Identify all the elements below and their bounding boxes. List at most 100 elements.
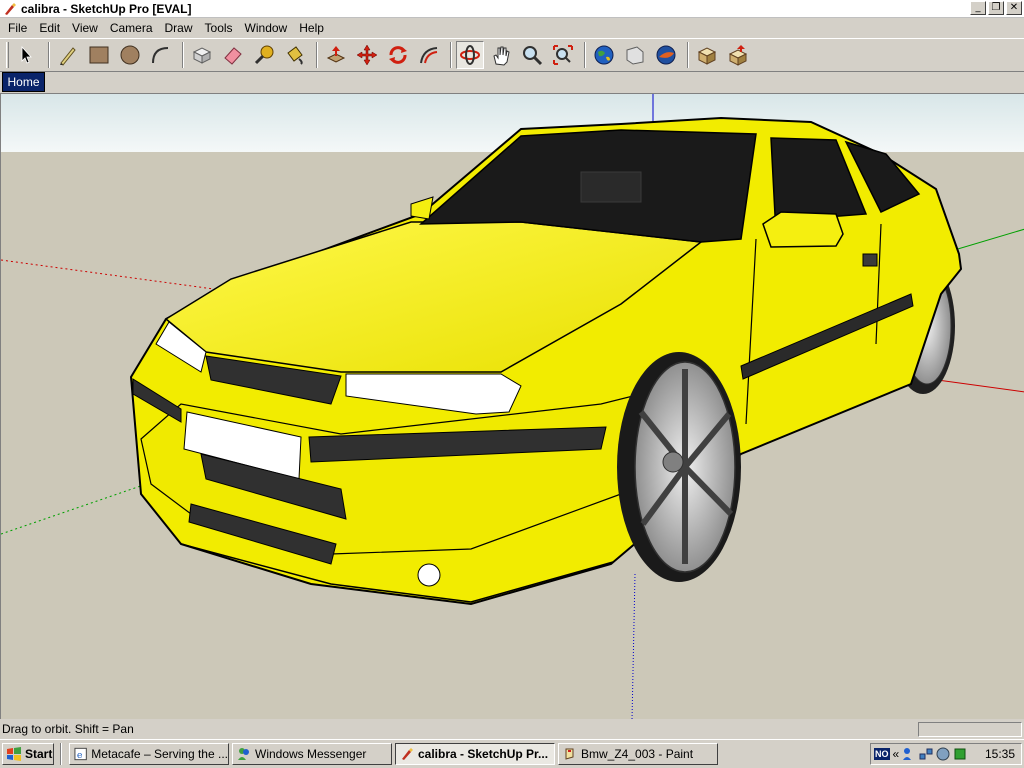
minimize-button[interactable]: _: [970, 1, 986, 15]
taskbar-button-sketchup[interactable]: calibra - SketchUp Pr...: [395, 743, 555, 765]
start-label: Start: [25, 747, 53, 761]
taskbar-label: Windows Messenger: [255, 747, 367, 761]
menu-window[interactable]: Window: [239, 21, 294, 35]
toolbar-separator: [687, 42, 689, 68]
zoom-extents-tool-button[interactable]: [549, 41, 577, 69]
push-pull-tool-button[interactable]: [322, 41, 350, 69]
clock[interactable]: 15:35: [985, 747, 1015, 761]
move-icon: [356, 44, 378, 66]
window-title: calibra - SketchUp Pro [EVAL]: [21, 1, 192, 16]
car-interior-detail: [580, 171, 642, 203]
menu-help[interactable]: Help: [293, 21, 330, 35]
google-earth-button[interactable]: [652, 41, 680, 69]
toolbar-separator: [584, 42, 586, 68]
zoom-tool-button[interactable]: [518, 41, 546, 69]
menu-view[interactable]: View: [66, 21, 104, 35]
users-icon[interactable]: [902, 747, 916, 761]
globe-icon: [594, 45, 614, 65]
sketchup-app-icon: [5, 2, 16, 15]
rotate-icon: [389, 46, 407, 64]
move-tool-button[interactable]: [353, 41, 381, 69]
windows-logo-icon: [7, 747, 21, 761]
push-pull-icon: [326, 46, 346, 63]
menu-draw[interactable]: Draw: [159, 21, 199, 35]
svg-text:e: e: [77, 750, 83, 761]
menu-edit[interactable]: Edit: [33, 21, 66, 35]
scene-tabs-bar: Home: [0, 72, 1024, 93]
menu-bar: File Edit View Camera Draw Tools Window …: [0, 18, 1024, 38]
status-text: Drag to orbit. Shift = Pan: [2, 722, 134, 736]
messenger-icon: [238, 748, 249, 760]
restore-button[interactable]: ❐: [988, 1, 1004, 15]
tape-measure-tool-button[interactable]: [250, 41, 278, 69]
zoom-extents-icon: [553, 45, 573, 65]
arc-tool-button[interactable]: [147, 41, 175, 69]
magnifier-icon: [523, 46, 543, 66]
eraser-tool-button[interactable]: [219, 41, 247, 69]
taskbar-button-paint[interactable]: Bmw_Z4_003 - Paint: [558, 743, 718, 765]
menu-tools[interactable]: Tools: [199, 21, 239, 35]
car-door-handle: [862, 253, 878, 267]
google-earth-icon: [656, 45, 676, 65]
hand-icon: [493, 46, 510, 66]
car-side-mirror: [762, 211, 844, 248]
pencil-icon: [60, 47, 76, 66]
line-tool-button[interactable]: [54, 41, 82, 69]
toolbar-grip[interactable]: [6, 42, 9, 68]
taskbar-label: Bmw_Z4_003 - Paint: [581, 747, 694, 761]
taskbar-separator: [60, 743, 62, 765]
title-bar: calibra - SketchUp Pro [EVAL] _ ❐ ✕: [0, 0, 1024, 18]
ie-icon: e: [74, 747, 87, 761]
close-button[interactable]: ✕: [1006, 1, 1022, 15]
taskbar-label: calibra - SketchUp Pr...: [418, 747, 549, 761]
paint-icon: [565, 748, 574, 760]
system-tray: NO « 15:35: [870, 743, 1022, 765]
select-tool-button[interactable]: [13, 41, 41, 69]
toolbar-separator: [450, 42, 452, 68]
orbit-icon: [460, 45, 480, 65]
arc-icon: [152, 47, 169, 64]
tray-expand-button[interactable]: «: [893, 747, 900, 761]
drawing-viewport[interactable]: [0, 93, 1024, 719]
main-toolbar: [0, 38, 1024, 72]
get-components-icon: [697, 47, 717, 65]
component-icon: [192, 47, 212, 64]
make-component-button[interactable]: [188, 41, 216, 69]
share-component-button[interactable]: [724, 41, 752, 69]
get-components-button[interactable]: [693, 41, 721, 69]
taskbar-button-metacafe[interactable]: e Metacafe – Serving the ...: [69, 743, 229, 765]
tape-measure-icon: [254, 45, 274, 65]
network-icon[interactable]: [919, 747, 933, 761]
toolbar-separator: [316, 42, 318, 68]
circle-tool-button[interactable]: [116, 41, 144, 69]
get-models-button[interactable]: [590, 41, 618, 69]
offset-tool-button[interactable]: [415, 41, 443, 69]
tray-app-icon[interactable]: [953, 747, 967, 761]
pan-tool-button[interactable]: [487, 41, 515, 69]
taskbar-button-messenger[interactable]: Windows Messenger: [232, 743, 392, 765]
share-model-button[interactable]: [621, 41, 649, 69]
sketchup-icon: [402, 748, 413, 760]
rotate-tool-button[interactable]: [384, 41, 412, 69]
arrow-cursor-icon: [21, 45, 32, 64]
language-indicator[interactable]: NO: [874, 748, 890, 760]
front-wheel-hub: [662, 451, 684, 473]
model-canvas[interactable]: [1, 94, 1024, 719]
status-bar: Drag to orbit. Shift = Pan: [0, 719, 1024, 739]
volume-icon[interactable]: [936, 747, 950, 761]
orbit-tool-button[interactable]: [456, 41, 484, 69]
rectangle-tool-button[interactable]: [85, 41, 113, 69]
start-button[interactable]: Start: [2, 743, 54, 765]
toolbar-separator: [182, 42, 184, 68]
share-component-icon: [728, 45, 748, 66]
measurements-box[interactable]: [918, 722, 1022, 737]
eraser-icon: [224, 47, 242, 65]
menu-file[interactable]: File: [2, 21, 33, 35]
scene-tab-home[interactable]: Home: [2, 72, 45, 92]
paint-bucket-tool-button[interactable]: [281, 41, 309, 69]
circle-icon: [120, 45, 140, 65]
menu-camera[interactable]: Camera: [104, 21, 159, 35]
taskbar: Start e Metacafe – Serving the ... Windo…: [0, 739, 1024, 768]
share-model-icon: [626, 46, 644, 65]
paint-bucket-icon: [287, 46, 303, 65]
